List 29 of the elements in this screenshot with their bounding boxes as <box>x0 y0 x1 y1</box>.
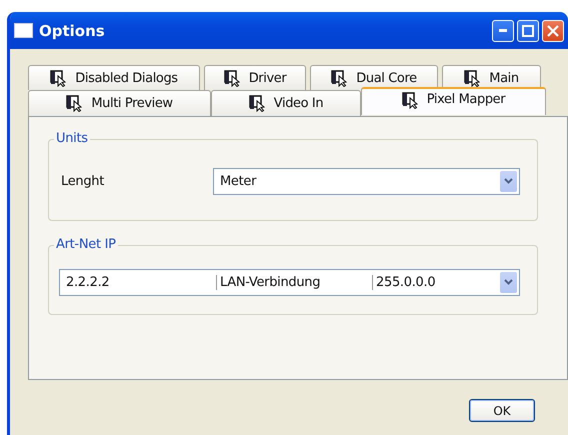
window-cursor-icon <box>402 92 419 109</box>
dropdown-field[interactable]: 2.2.2.2 LAN-Verbindung 255.0.0.0 <box>59 268 520 296</box>
field-label: Lenght <box>61 174 106 188</box>
chevron-down-icon <box>504 178 513 184</box>
maximize-button[interactable] <box>517 20 539 42</box>
close-icon <box>547 24 559 36</box>
tab[interactable]: Dual Core <box>310 65 438 90</box>
tab[interactable]: Disabled Dialogs <box>28 65 200 90</box>
tab[interactable]: Driver <box>204 65 306 90</box>
maximize-icon <box>522 24 534 36</box>
close-button[interactable] <box>542 20 564 42</box>
dropdown-field[interactable]: Meter <box>213 168 520 194</box>
ok-button[interactable]: OK <box>469 399 535 422</box>
window-cursor-icon <box>224 70 241 86</box>
window-cursor-icon <box>50 70 68 86</box>
window-cursor-icon <box>331 70 348 86</box>
minimize-button[interactable] <box>492 20 514 42</box>
window-cursor-icon <box>248 95 266 112</box>
window-cursor-icon <box>66 95 84 112</box>
dropdown-button[interactable] <box>500 272 517 292</box>
chevron-down-icon <box>504 279 513 285</box>
window-cursor-icon <box>464 70 482 86</box>
minimize-icon <box>499 29 507 32</box>
tab[interactable]: Pixel Mapper <box>361 87 546 115</box>
dropdown-button[interactable] <box>500 170 517 192</box>
tab[interactable]: Video In <box>211 90 361 116</box>
tab[interactable]: Multi Preview <box>28 90 211 116</box>
window-icon <box>14 23 33 38</box>
window-title: Options <box>39 22 106 40</box>
